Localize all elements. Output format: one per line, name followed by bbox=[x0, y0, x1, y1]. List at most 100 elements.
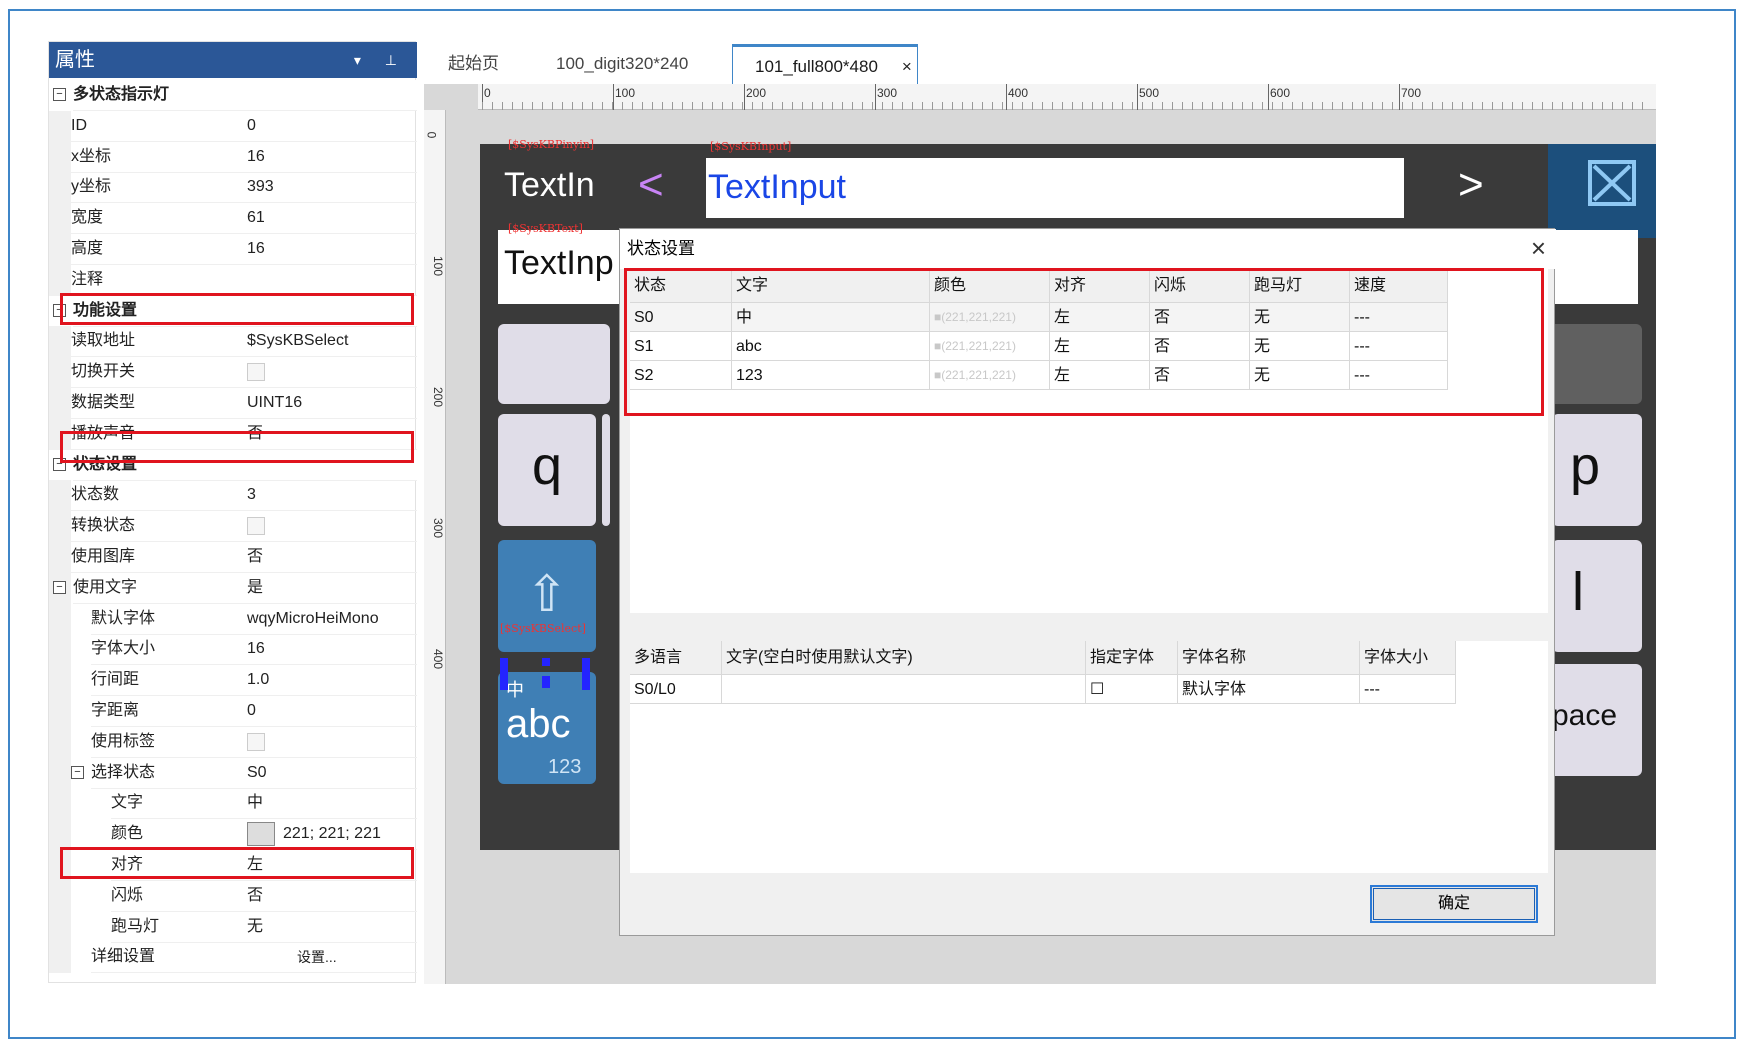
property-row[interactable]: 颜色 221; 221; 221 bbox=[49, 819, 417, 851]
key-q[interactable]: q bbox=[498, 414, 596, 526]
property-row[interactable]: 详细设置 设置... bbox=[49, 942, 417, 974]
collapse-icon[interactable]: − bbox=[53, 88, 66, 101]
key-l[interactable]: l bbox=[1552, 540, 1642, 652]
property-value[interactable]: 中 bbox=[237, 788, 417, 820]
selection-handle[interactable] bbox=[542, 658, 550, 666]
property-row[interactable]: 使用标签 bbox=[49, 726, 417, 758]
ruler-minor-tick bbox=[922, 102, 923, 110]
arrow-left-button[interactable]: < bbox=[638, 160, 664, 210]
shift-key[interactable]: ⇧ bbox=[498, 540, 596, 652]
property-value[interactable]: 16 bbox=[237, 234, 417, 265]
property-row[interactable]: 数据类型 UINT16 bbox=[49, 388, 417, 419]
property-row[interactable]: 状态数 3 bbox=[49, 480, 417, 512]
table-cell[interactable]: S0/L0 bbox=[630, 675, 722, 704]
ruler-minor-tick bbox=[1192, 102, 1193, 110]
property-row[interactable]: 切换开关 bbox=[49, 357, 417, 389]
table-cell[interactable]: 默认字体 bbox=[1178, 675, 1360, 704]
key-dark[interactable] bbox=[1542, 324, 1642, 404]
selection-handle[interactable] bbox=[500, 658, 508, 690]
column-header[interactable]: 文字(空白时使用默认文字) bbox=[722, 641, 1086, 675]
property-value[interactable]: 0 bbox=[237, 111, 417, 142]
vertical-ruler: 0 100 200 300 400 bbox=[424, 110, 446, 984]
property-value[interactable]: wqyMicroHeiMono bbox=[237, 604, 417, 635]
key-partial[interactable] bbox=[602, 414, 610, 526]
property-row[interactable]: 转换状态 bbox=[49, 511, 417, 543]
column-header[interactable]: 字体名称 bbox=[1178, 641, 1360, 675]
property-value[interactable]: 是 bbox=[237, 573, 417, 604]
property-value[interactable]: 3 bbox=[237, 480, 417, 512]
property-value[interactable]: 无 bbox=[237, 912, 417, 943]
property-row[interactable]: 默认字体 wqyMicroHeiMono bbox=[49, 603, 417, 635]
column-header[interactable]: 字体大小 bbox=[1360, 641, 1456, 675]
close-icon[interactable]: × bbox=[902, 57, 912, 76]
property-row[interactable]: y坐标 393 bbox=[49, 172, 417, 204]
arrow-right-button[interactable]: > bbox=[1458, 160, 1484, 210]
property-value[interactable]: 16 bbox=[237, 634, 417, 666]
property-row[interactable]: 宽度 61 bbox=[49, 203, 417, 235]
close-key[interactable] bbox=[1548, 144, 1656, 238]
selection-handle[interactable] bbox=[582, 658, 590, 690]
property-row[interactable]: − 使用文字是 bbox=[49, 572, 417, 604]
property-row[interactable]: − 选择状态 S0 bbox=[49, 757, 417, 789]
property-color-value[interactable]: 221; 221; 221 bbox=[237, 819, 417, 851]
key-blank[interactable] bbox=[498, 324, 610, 404]
property-value[interactable]: 否 bbox=[237, 542, 417, 573]
tab-start-page[interactable]: 起始页 bbox=[424, 44, 523, 84]
table-cell[interactable] bbox=[722, 675, 1086, 704]
property-value[interactable]: UINT16 bbox=[237, 388, 417, 419]
row-gutter bbox=[49, 665, 71, 697]
property-value[interactable]: 393 bbox=[237, 172, 417, 204]
tab-full800[interactable]: 101_full800*480 × bbox=[732, 44, 918, 84]
ruler-minor-tick bbox=[672, 102, 673, 110]
ok-button[interactable]: 确定 bbox=[1370, 885, 1538, 923]
tag-select: [$SysKBSelect] bbox=[500, 622, 586, 635]
property-value[interactable]: 0 bbox=[237, 696, 417, 727]
property-row[interactable]: x坐标 16 bbox=[49, 141, 417, 173]
property-row[interactable]: 闪烁否 bbox=[49, 880, 417, 912]
property-row[interactable]: ID 0 bbox=[49, 110, 417, 142]
property-row[interactable]: 字距离 0 bbox=[49, 696, 417, 727]
key-p[interactable]: p bbox=[1552, 414, 1642, 526]
property-row[interactable]: 读取地址 $SysKBSelect bbox=[49, 326, 417, 358]
property-row[interactable]: 注释 bbox=[49, 264, 417, 296]
property-checkbox[interactable] bbox=[237, 357, 417, 389]
property-value[interactable]: 1.0 bbox=[237, 665, 417, 697]
ruler-minor-tick bbox=[1382, 102, 1383, 110]
column-header[interactable]: 指定字体 bbox=[1086, 641, 1178, 675]
pin-icon[interactable]: ▾ ⊥ bbox=[354, 42, 407, 78]
property-value[interactable]: S0 bbox=[237, 758, 417, 789]
collapse-icon[interactable]: − bbox=[71, 765, 84, 779]
property-value[interactable] bbox=[237, 265, 417, 296]
property-value[interactable]: 16 bbox=[237, 142, 417, 173]
selection-handle[interactable] bbox=[542, 676, 550, 688]
dialog-title: 状态设置 bbox=[627, 239, 695, 258]
collapse-icon[interactable]: − bbox=[53, 580, 66, 594]
column-header[interactable]: 多语言 bbox=[630, 641, 722, 675]
property-checkbox[interactable] bbox=[237, 727, 417, 758]
property-label: 字体大小 bbox=[91, 634, 237, 666]
property-row[interactable]: 使用图库否 bbox=[49, 542, 417, 573]
property-checkbox[interactable] bbox=[237, 511, 417, 543]
tab-digit320[interactable]: 100_digit320*240 bbox=[532, 44, 712, 84]
property-row[interactable]: 文字中 bbox=[49, 788, 417, 820]
settings-button[interactable]: 设置... bbox=[237, 942, 417, 974]
property-value[interactable]: 61 bbox=[237, 203, 417, 235]
ruler-minor-tick bbox=[1052, 102, 1053, 110]
property-row[interactable]: 行间距 1.0 bbox=[49, 665, 417, 697]
table-cell[interactable]: --- bbox=[1360, 675, 1456, 704]
property-row[interactable]: 跑马灯无 bbox=[49, 911, 417, 943]
property-value[interactable]: 否 bbox=[237, 881, 417, 912]
property-row[interactable]: 高度 16 bbox=[49, 234, 417, 265]
ruler-minor-tick bbox=[1582, 102, 1583, 110]
text-input-field[interactable]: TextInput bbox=[706, 158, 1404, 218]
color-swatch[interactable] bbox=[247, 821, 275, 846]
space-key[interactable]: pace bbox=[1548, 664, 1642, 776]
table-cell[interactable]: ☐ bbox=[1086, 675, 1178, 704]
property-row[interactable]: − 多状态指示灯 bbox=[49, 80, 417, 111]
property-value[interactable]: $SysKBSelect bbox=[237, 326, 417, 358]
ruler-minor-tick bbox=[722, 102, 723, 110]
property-row[interactable]: 字体大小 16 bbox=[49, 634, 417, 666]
ruler-tick-label: 0 bbox=[484, 86, 491, 100]
close-icon[interactable]: × bbox=[1531, 229, 1546, 267]
ruler-minor-tick bbox=[1642, 102, 1643, 110]
